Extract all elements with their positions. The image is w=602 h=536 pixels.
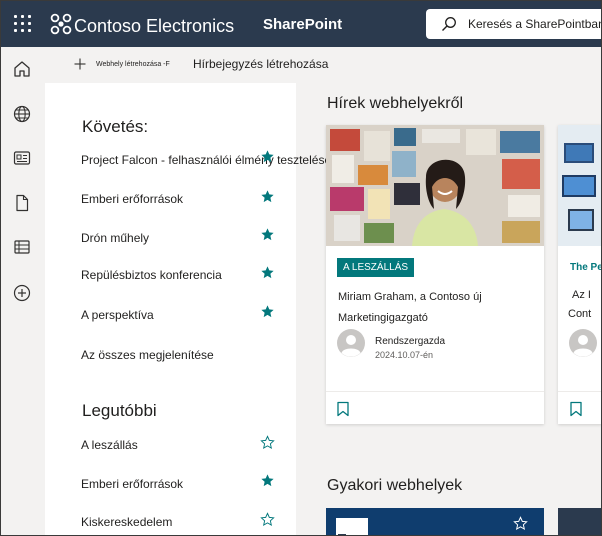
news-button[interactable] [12,148,32,168]
left-panel: Követés: Project Falcon - felhasználói é… [45,83,331,536]
author-name: Rendszergazda [375,336,446,347]
lists-button[interactable] [12,237,32,257]
site-card[interactable] [558,508,602,536]
bookmark-icon[interactable] [569,401,583,417]
following-item[interactable]: Repülésbiztos konferencia [81,268,222,282]
create-site-label: Webhely létrehozása -F [96,60,170,68]
news-headline[interactable]: Miriam Graham, a Contoso új Marketingiga… [338,287,538,329]
recent-item[interactable]: Emberi erőforrások [81,477,183,491]
site-card[interactable] [326,508,544,536]
search-input[interactable]: Keresés a SharePointban [468,17,602,31]
following-item[interactable]: Emberi erőforrások [81,192,183,206]
globe-icon [13,105,31,123]
app-bar [0,47,45,536]
following-item[interactable]: Project Falcon - felhasználói élmény tes… [81,153,331,167]
headline-line[interactable]: Cont [568,307,591,321]
waffle-icon [14,15,31,32]
files-button[interactable] [12,193,32,213]
contoso-logo-icon [50,13,72,35]
recent-item[interactable]: A leszállás [81,438,138,452]
site-badge[interactable]: The Pe [570,262,602,274]
headline-line: Miriam Graham, a Contoso új [338,291,482,303]
card-divider [326,391,544,392]
news-card-image [326,125,544,246]
plus-icon [74,58,86,70]
create-button[interactable] [12,283,32,303]
star-filled-icon[interactable] [260,473,275,488]
add-icon [13,284,31,302]
following-item[interactable]: A perspektíva [81,308,154,322]
list-icon [14,240,30,254]
brand-name[interactable]: Contoso Electronics [74,15,234,37]
news-card-image [558,125,602,246]
star-outline-icon[interactable] [513,516,528,531]
avatar-icon [337,329,365,357]
home-icon [14,61,30,77]
search-icon [442,17,456,31]
star-filled-icon[interactable] [260,149,275,164]
star-filled-icon[interactable] [260,265,275,280]
suite-bar: Contoso Electronics SharePoint Keresés a… [0,0,602,47]
frequent-sites-title: Gyakori webhelyek [327,477,463,494]
news-icon [13,151,31,165]
star-filled-icon[interactable] [260,189,275,204]
star-filled-icon[interactable] [260,304,275,319]
recent-item[interactable]: Kiskereskedelem [81,515,172,529]
news-card[interactable]: The Pe Az I Cont [558,125,602,424]
following-title: Követés: [82,117,149,136]
app-launcher-button[interactable] [0,0,45,47]
star-outline-icon[interactable] [260,512,275,527]
create-news-button[interactable]: Hírbejegyzés létrehozása [193,57,328,71]
sites-button[interactable] [12,104,32,124]
star-filled-icon[interactable] [260,227,275,242]
publish-date: 2024.10.07-én [375,350,434,360]
site-badge[interactable]: A LESZÁLLÁS [337,258,415,277]
document-icon [16,194,29,212]
following-item[interactable]: Drón műhely [81,231,149,245]
see-all-link[interactable]: Az összes megjelenítése [81,348,214,362]
news-section-title: Hírek webhelyekről [327,95,464,112]
home-button[interactable] [12,59,32,79]
bookmark-icon[interactable] [336,401,350,417]
card-divider [558,391,602,392]
headline-line: Marketingigazgató [338,312,428,324]
create-site-button[interactable]: Webhely létrehozása -F [74,56,170,72]
app-name[interactable]: SharePoint [263,16,342,34]
news-card[interactable]: A LESZÁLLÁS Miriam Graham, a Contoso új … [326,125,544,424]
star-outline-icon[interactable] [260,435,275,450]
avatar-icon [569,329,597,357]
search-box[interactable]: Keresés a SharePointban [426,9,602,39]
headline-line[interactable]: Az I [572,288,591,302]
recent-title: Legutóbbi [82,401,157,420]
